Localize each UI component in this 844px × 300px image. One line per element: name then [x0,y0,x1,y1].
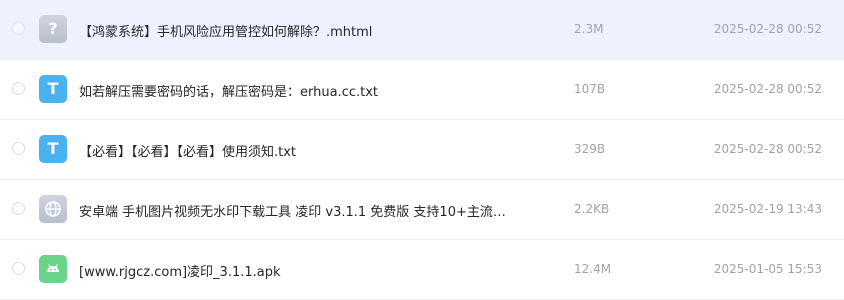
file-date: 2025-01-05 15:53 [713,262,822,276]
icon-glyph: T [47,139,59,158]
android-apk-icon [39,255,67,283]
file-date: 2025-02-28 00:52 [713,142,822,156]
file-row[interactable]: [www.rjgcz.com]凌印_3.1.1.apk 12.4M 2025-0… [0,240,844,300]
file-size: 2.2KB [574,202,610,216]
file-name[interactable]: [www.rjgcz.com]凌印_3.1.1.apk [79,261,281,280]
file-row[interactable]: ? 【鸿蒙系统】手机风险应用管控如何解除？.mhtml 2.3M 2025-02… [0,0,844,60]
icon-glyph: ? [48,19,58,38]
android-icon [47,264,59,272]
row-checkbox[interactable] [12,142,25,155]
row-checkbox[interactable] [12,262,25,275]
file-date: 2025-02-19 13:43 [713,202,822,216]
file-list: ? 【鸿蒙系统】手机风险应用管控如何解除？.mhtml 2.3M 2025-02… [0,0,844,300]
file-size: 2.3M [574,22,604,36]
row-checkbox[interactable] [12,202,25,215]
globe-icon [45,201,61,217]
row-checkbox[interactable] [12,22,25,35]
file-row[interactable]: T 【必看】【必看】【必看】使用须知.txt 329B 2025-02-28 0… [0,120,844,180]
file-name[interactable]: 【鸿蒙系统】手机风险应用管控如何解除？.mhtml [79,21,372,40]
file-date: 2025-02-28 00:52 [713,22,822,36]
file-date: 2025-02-28 00:52 [713,82,822,96]
file-size: 12.4M [574,262,612,276]
file-size: 329B [574,142,606,156]
icon-glyph: T [47,79,59,98]
text-file-icon: T [39,135,67,163]
file-name[interactable]: 【必看】【必看】【必看】使用须知.txt [79,141,296,160]
row-checkbox[interactable] [12,82,25,95]
file-row[interactable]: T 如若解压需要密码的话，解压密码是：erhua.cc.txt 107B 202… [0,60,844,120]
file-row[interactable]: 安卓端 手机图片视频无水印下载工具 凌印 v3.1.1 免费版 支持10+主流…… [0,180,844,240]
unknown-file-icon: ? [39,15,67,43]
text-file-icon: T [39,75,67,103]
file-size: 107B [574,82,606,96]
file-name[interactable]: 如若解压需要密码的话，解压密码是：erhua.cc.txt [79,81,378,100]
file-name[interactable]: 安卓端 手机图片视频无水印下载工具 凌印 v3.1.1 免费版 支持10+主流… [79,201,506,220]
web-link-icon [39,195,67,223]
